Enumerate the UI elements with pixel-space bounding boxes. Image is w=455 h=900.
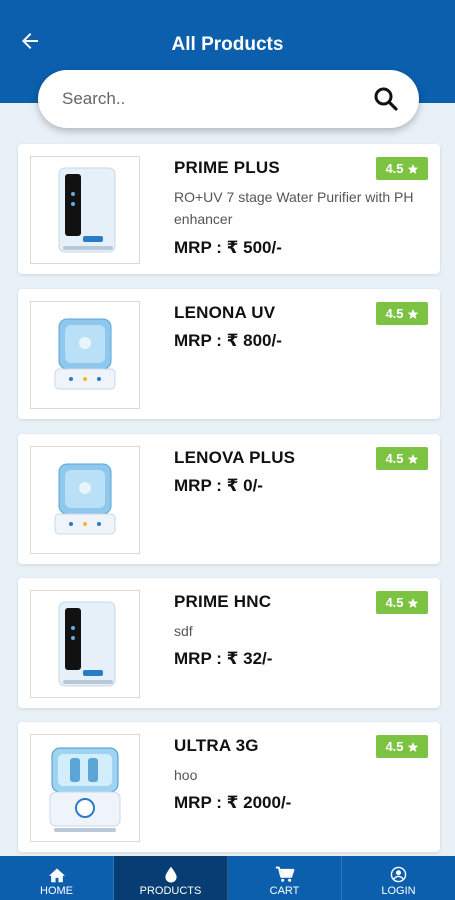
rating-value: 4.5 (385, 161, 404, 176)
product-card[interactable]: PRIME PLUS RO+UV 7 stage Water Purifier … (18, 144, 440, 274)
product-price: MRP : ₹ 500/- (174, 238, 282, 257)
product-image (30, 590, 140, 698)
rating-badge: 4.5 (376, 157, 428, 180)
star-icon (407, 741, 418, 752)
nav-login[interactable]: LOGIN (342, 856, 455, 900)
rating-value: 4.5 (385, 595, 404, 610)
product-card[interactable]: PRIME HNC sdf MRP : ₹ 32/- 4.5 (18, 578, 440, 708)
product-name: LENOVA PLUS (174, 448, 296, 467)
page-title: All Products (171, 34, 284, 55)
rating-value: 4.5 (385, 739, 404, 754)
product-image (30, 446, 140, 554)
rating-badge: 4.5 (376, 447, 428, 470)
nav-home[interactable]: HOME (0, 856, 114, 900)
nav-home-label: HOME (40, 885, 73, 897)
star-icon (407, 163, 418, 174)
product-card[interactable]: LENONA UV MRP : ₹ 800/- 4.5 (18, 289, 440, 419)
search-button[interactable] (373, 86, 399, 112)
star-icon (407, 308, 418, 319)
cart-icon (275, 866, 294, 882)
nav-login-label: LOGIN (381, 885, 416, 897)
product-image (30, 734, 140, 842)
star-icon (407, 597, 418, 608)
product-name: PRIME HNC (174, 592, 272, 611)
product-description: sdf (174, 623, 193, 639)
product-name: PRIME PLUS (174, 158, 280, 177)
product-image (30, 156, 140, 264)
water-drop-icon (164, 866, 177, 883)
product-description: RO+UV 7 stage Water Purifier with PH enh… (174, 189, 414, 227)
nav-products[interactable]: PRODUCTS (114, 856, 228, 900)
product-price: MRP : ₹ 800/- (174, 331, 282, 350)
nav-cart-label: CART (269, 885, 300, 897)
rating-value: 4.5 (385, 451, 404, 466)
search-input[interactable] (62, 84, 362, 114)
bottom-navigation: HOME PRODUCTS CART LOGIN (0, 856, 455, 900)
product-description: hoo (174, 767, 198, 783)
product-price: MRP : ₹ 32/- (174, 649, 273, 668)
rating-value: 4.5 (385, 306, 404, 321)
product-card[interactable]: ULTRA 3G hoo MRP : ₹ 2000/- 4.5 (18, 722, 440, 852)
product-name: LENONA UV (174, 303, 276, 322)
product-card[interactable]: LENOVA PLUS MRP : ₹ 0/- 4.5 (18, 434, 440, 564)
product-image (30, 301, 140, 409)
search-icon (374, 87, 398, 111)
nav-cart[interactable]: CART (228, 856, 342, 900)
nav-products-label: PRODUCTS (139, 885, 202, 897)
user-icon (390, 866, 407, 883)
rating-badge: 4.5 (376, 591, 428, 614)
home-icon (48, 868, 65, 883)
product-name: ULTRA 3G (174, 736, 259, 755)
rating-badge: 4.5 (376, 302, 428, 325)
product-price: MRP : ₹ 0/- (174, 476, 263, 495)
product-price: MRP : ₹ 2000/- (174, 793, 292, 812)
rating-badge: 4.5 (376, 735, 428, 758)
star-icon (407, 453, 418, 464)
search-bar (38, 70, 419, 128)
